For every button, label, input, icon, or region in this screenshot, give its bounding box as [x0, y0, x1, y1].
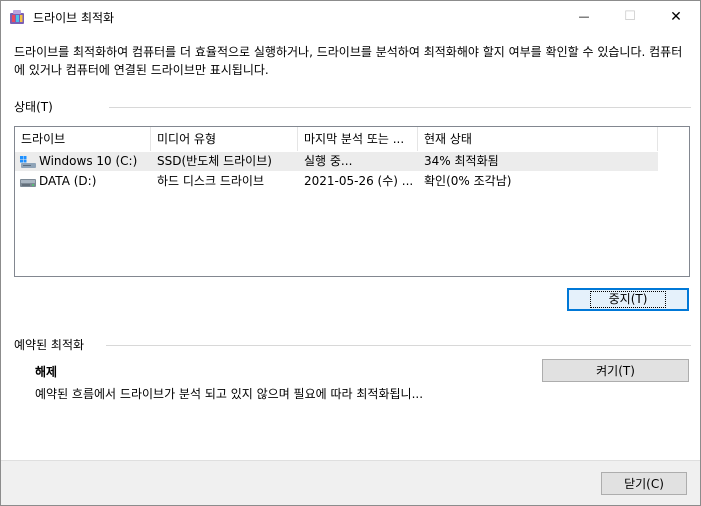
turn-on-button[interactable]: 켜기(T)	[542, 359, 689, 382]
scheduled-section-label: 예약된 최적화	[14, 338, 85, 352]
drive-list[interactable]: 드라이브 미디어 유형 마지막 분석 또는 ... 현재 상태 Windows …	[14, 126, 690, 277]
description-text: 드라이브를 최적화하여 컴퓨터를 더 효율적으로 실행하거나, 드라이브를 분석…	[14, 45, 683, 77]
table-row[interactable]: Windows 10 (C:) SSD(반도체 드라이브) 실행 중... 34…	[15, 152, 658, 171]
schedule-info-text: 예약된 흐름에서 드라이브가 분석 되고 있지 않으며 필요에 따라 최적화됩니…	[35, 387, 424, 401]
close-icon: ✕	[670, 8, 682, 25]
column-header-drive[interactable]: 드라이브	[15, 127, 151, 151]
maximize-button[interactable]: ☐	[607, 1, 653, 32]
status-cell: 34% 최적화됨	[424, 154, 499, 168]
drive-name: Windows 10 (C:)	[39, 154, 138, 168]
media-type-cell: SSD(반도체 드라이브)	[157, 154, 272, 168]
drive-name-cell: Windows 10 (C:)	[15, 152, 151, 171]
media-type-cell: 하드 디스크 드라이브	[157, 174, 264, 188]
column-header-status[interactable]: 현재 상태	[418, 127, 658, 151]
close-window-button[interactable]: ✕	[653, 1, 699, 32]
defrag-app-icon	[10, 10, 24, 24]
close-button[interactable]: 닫기(C)	[601, 472, 687, 495]
windows-drive-icon	[20, 155, 36, 168]
column-header-media-type[interactable]: 미디어 유형	[151, 127, 298, 151]
scheduled-divider	[106, 345, 691, 346]
schedule-state: 해제	[35, 365, 58, 379]
stop-button-label: 중지(T)	[589, 291, 667, 308]
table-row[interactable]: DATA (D:) 하드 디스크 드라이브 2021-05-26 (수) ...…	[15, 172, 658, 191]
defrag-window: 드라이브 최적화 — ☐ ✕ 드라이브를 최적화하여 컴퓨터를 더 효율적으로 …	[0, 0, 701, 506]
minimize-button[interactable]: —	[561, 1, 607, 32]
minimize-icon: —	[578, 10, 590, 23]
stop-button[interactable]: 중지(T)	[567, 288, 689, 311]
window-title: 드라이브 최적화	[33, 11, 115, 25]
drive-name-cell: DATA (D:)	[15, 172, 151, 191]
last-run-cell: 실행 중...	[304, 154, 353, 168]
content-area: 드라이브를 최적화하여 컴퓨터를 더 효율적으로 실행하거나, 드라이브를 분석…	[1, 32, 700, 460]
column-header-last-run[interactable]: 마지막 분석 또는 ...	[298, 127, 418, 151]
status-cell: 확인(0% 조각남)	[424, 174, 512, 188]
status-divider	[109, 107, 691, 108]
status-section-label: 상태(T)	[14, 100, 53, 114]
title-bar[interactable]: 드라이브 최적화 — ☐ ✕	[1, 1, 700, 32]
maximize-icon: ☐	[624, 9, 636, 24]
drive-name: DATA (D:)	[39, 174, 97, 188]
drive-list-header: 드라이브 미디어 유형 마지막 분석 또는 ... 현재 상태	[15, 127, 689, 151]
footer-bar: 닫기(C)	[1, 460, 700, 505]
last-run-cell: 2021-05-26 (수) ...	[304, 174, 414, 188]
hard-drive-icon	[20, 178, 36, 187]
